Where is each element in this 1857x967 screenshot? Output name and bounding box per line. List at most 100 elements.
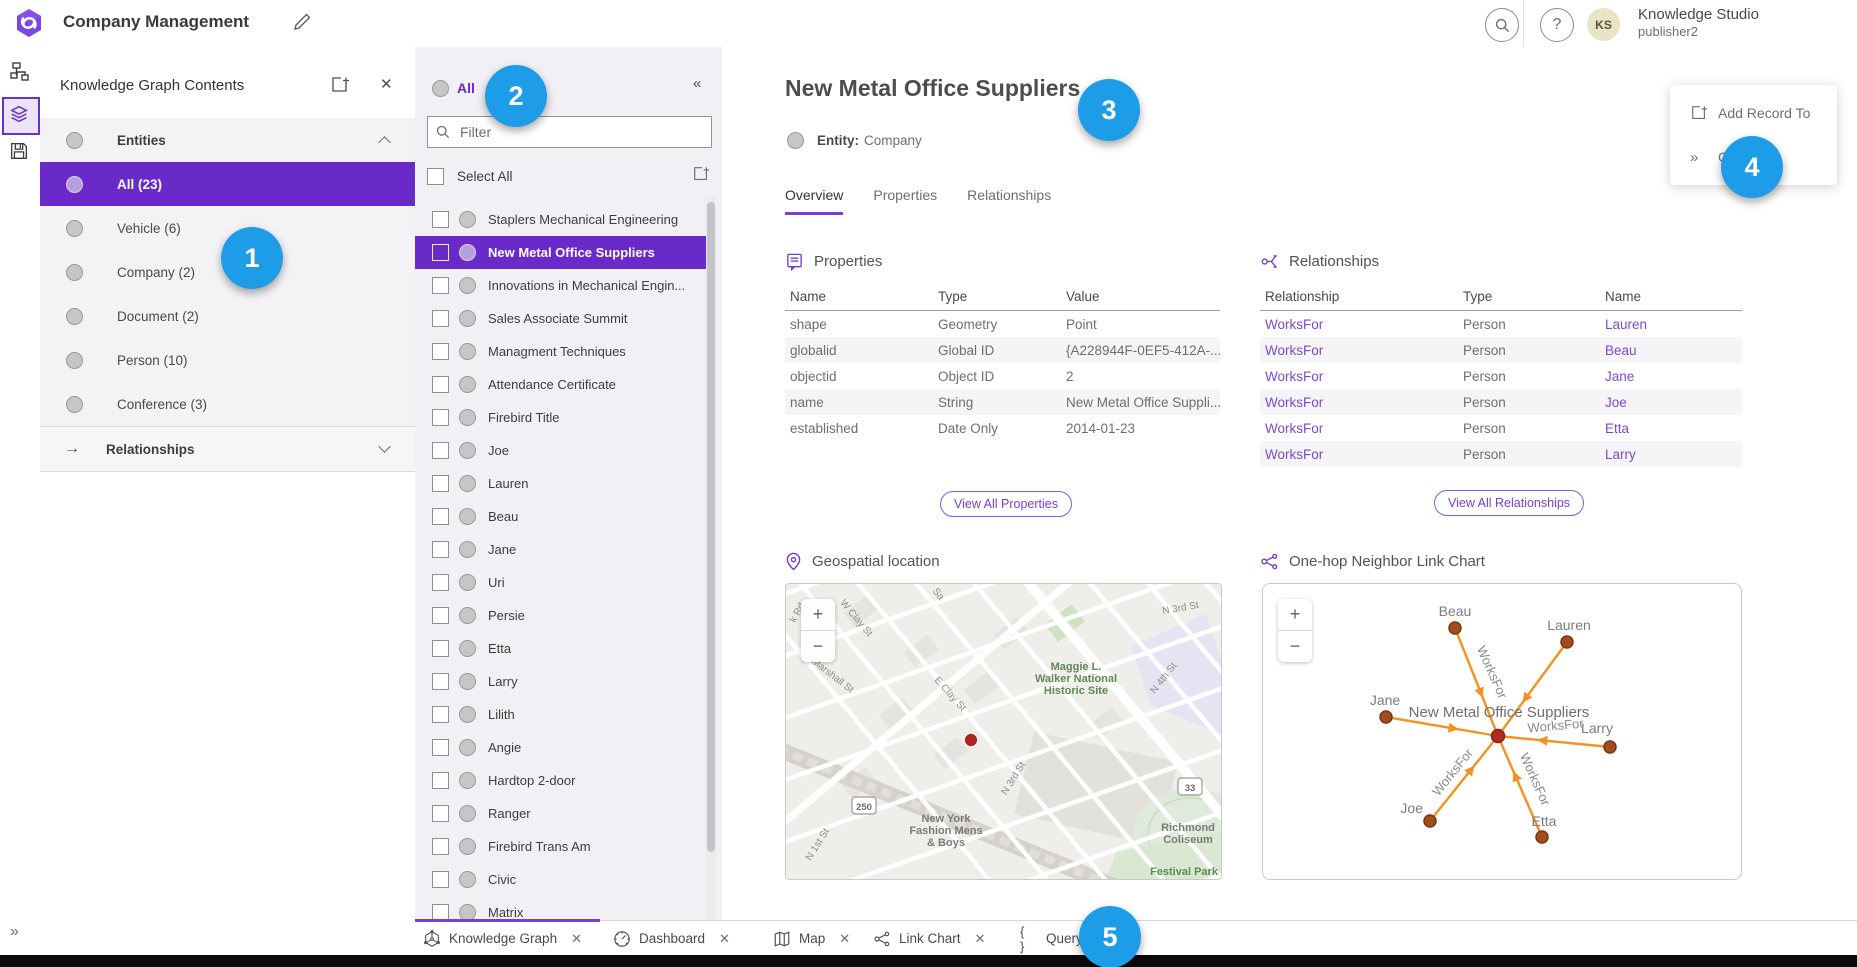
bottom-tab-map[interactable]: Map✕	[773, 921, 850, 956]
table-link[interactable]: Jane	[1605, 369, 1634, 384]
add-panel-icon[interactable]	[330, 75, 350, 95]
bottom-tab-link-chart[interactable]: Link Chart✕	[873, 921, 985, 956]
map-zoom-in-button[interactable]: +	[801, 599, 835, 631]
table-link[interactable]: WorksFor	[1265, 317, 1323, 332]
help-button[interactable]: ?	[1540, 8, 1574, 42]
list-scrollbar-thumb[interactable]	[707, 202, 715, 852]
item-checkbox[interactable]	[432, 706, 449, 723]
layers-tool-selected[interactable]	[2, 97, 40, 135]
item-checkbox[interactable]	[432, 805, 449, 822]
search-button[interactable]	[1485, 8, 1519, 42]
graph-node[interactable]	[1536, 831, 1548, 843]
item-checkbox[interactable]	[432, 739, 449, 756]
add-record-icon[interactable]	[692, 165, 710, 183]
bottom-tab-query[interactable]: { }Query	[1020, 921, 1083, 956]
item-checkbox[interactable]	[432, 673, 449, 690]
graph-node[interactable]	[1449, 622, 1461, 634]
entity-type-row[interactable]: Person (10)	[40, 338, 415, 382]
list-item[interactable]: Innovations in Mechanical Engin...	[415, 269, 706, 302]
view-all-properties-button[interactable]: View All Properties	[940, 491, 1072, 517]
item-checkbox[interactable]	[432, 442, 449, 459]
table-link[interactable]: WorksFor	[1265, 421, 1323, 436]
user-avatar[interactable]: KS	[1587, 8, 1620, 41]
graph-node[interactable]	[1604, 741, 1616, 753]
item-checkbox[interactable]	[432, 310, 449, 327]
list-item[interactable]: Lauren	[415, 467, 706, 500]
graph-node[interactable]	[1561, 636, 1573, 648]
app-logo-icon[interactable]	[14, 8, 44, 38]
item-checkbox[interactable]	[432, 376, 449, 393]
select-all-checkbox[interactable]	[427, 168, 444, 185]
close-panel-icon[interactable]: ✕	[380, 75, 393, 93]
item-checkbox[interactable]	[432, 838, 449, 855]
data-model-icon[interactable]	[8, 60, 32, 84]
entity-type-row[interactable]: Conference (3)	[40, 382, 415, 426]
list-item[interactable]: Jane	[415, 533, 706, 566]
link-chart-zoom-in-button[interactable]: +	[1278, 599, 1312, 631]
list-item[interactable]: Hardtop 2-door	[415, 764, 706, 797]
close-tab-icon[interactable]: ✕	[719, 931, 730, 947]
item-checkbox[interactable]	[432, 607, 449, 624]
item-checkbox[interactable]	[432, 409, 449, 426]
geospatial-map[interactable]: k RdW Clay StSaW Marshall StE Clay StN 3…	[785, 583, 1222, 880]
bottom-tab-knowledge-graph[interactable]: Knowledge Graph✕	[423, 921, 582, 956]
tab-overview[interactable]: Overview	[785, 187, 843, 215]
table-link[interactable]: Lauren	[1605, 317, 1647, 332]
chevron-up-icon[interactable]	[378, 136, 391, 149]
item-checkbox[interactable]	[432, 475, 449, 492]
item-checkbox[interactable]	[432, 277, 449, 294]
list-item[interactable]: Firebird Title	[415, 401, 706, 434]
item-checkbox[interactable]	[432, 508, 449, 525]
close-tab-icon[interactable]: ✕	[975, 931, 986, 947]
bottom-tab-dashboard[interactable]: Dashboard✕	[613, 921, 730, 956]
list-item[interactable]: Etta	[415, 632, 706, 665]
map-zoom-out-button[interactable]: −	[801, 631, 835, 662]
list-item[interactable]: Beau	[415, 500, 706, 533]
list-item[interactable]: Managment Techniques	[415, 335, 706, 368]
view-all-relationships-button[interactable]: View All Relationships	[1434, 490, 1584, 516]
list-item[interactable]: Joe	[415, 434, 706, 467]
entity-type-row[interactable]: Document (2)	[40, 294, 415, 338]
filter-input[interactable]	[458, 123, 692, 141]
tab-properties[interactable]: Properties	[873, 187, 937, 215]
graph-node[interactable]	[1424, 815, 1436, 827]
graph-node[interactable]	[1380, 711, 1392, 723]
list-item[interactable]: Larry	[415, 665, 706, 698]
table-link[interactable]: Beau	[1605, 343, 1637, 358]
tab-relationships[interactable]: Relationships	[967, 187, 1051, 215]
chevron-down-icon[interactable]	[378, 440, 391, 453]
entity-type-row[interactable]: All (23)	[40, 162, 415, 206]
list-item[interactable]: Civic	[415, 863, 706, 896]
table-link[interactable]: WorksFor	[1265, 395, 1323, 410]
item-checkbox[interactable]	[432, 244, 449, 261]
list-item[interactable]: Firebird Trans Am	[415, 830, 706, 863]
item-checkbox[interactable]	[432, 640, 449, 657]
item-checkbox[interactable]	[432, 211, 449, 228]
relationships-header-row[interactable]: →Relationships	[40, 426, 415, 472]
close-tab-icon[interactable]: ✕	[839, 931, 850, 947]
table-link[interactable]: Joe	[1605, 395, 1627, 410]
center-node[interactable]	[1492, 730, 1505, 743]
menu-item-add-record-to[interactable]: Add Record To	[1670, 91, 1837, 135]
list-item[interactable]: New Metal Office Suppliers	[415, 236, 706, 269]
list-item[interactable]: Persie	[415, 599, 706, 632]
table-link[interactable]: Larry	[1605, 447, 1636, 462]
item-checkbox[interactable]	[432, 343, 449, 360]
save-icon[interactable]	[8, 140, 32, 164]
link-chart-zoom-out-button[interactable]: −	[1278, 631, 1312, 662]
edit-title-icon[interactable]	[292, 12, 314, 34]
list-item[interactable]: Attendance Certificate	[415, 368, 706, 401]
item-checkbox[interactable]	[432, 574, 449, 591]
item-checkbox[interactable]	[432, 871, 449, 888]
entities-header-row[interactable]: Entities	[40, 118, 415, 162]
table-link[interactable]: WorksFor	[1265, 343, 1323, 358]
item-checkbox[interactable]	[432, 772, 449, 789]
table-link[interactable]: Etta	[1605, 421, 1629, 436]
list-item[interactable]: Lilith	[415, 698, 706, 731]
list-item[interactable]: Angie	[415, 731, 706, 764]
collapse-list-icon[interactable]: «	[693, 75, 701, 92]
table-link[interactable]: WorksFor	[1265, 369, 1323, 384]
list-item[interactable]: Ranger	[415, 797, 706, 830]
user-info[interactable]: Knowledge Studio publisher2	[1638, 6, 1759, 40]
list-item[interactable]: Uri	[415, 566, 706, 599]
